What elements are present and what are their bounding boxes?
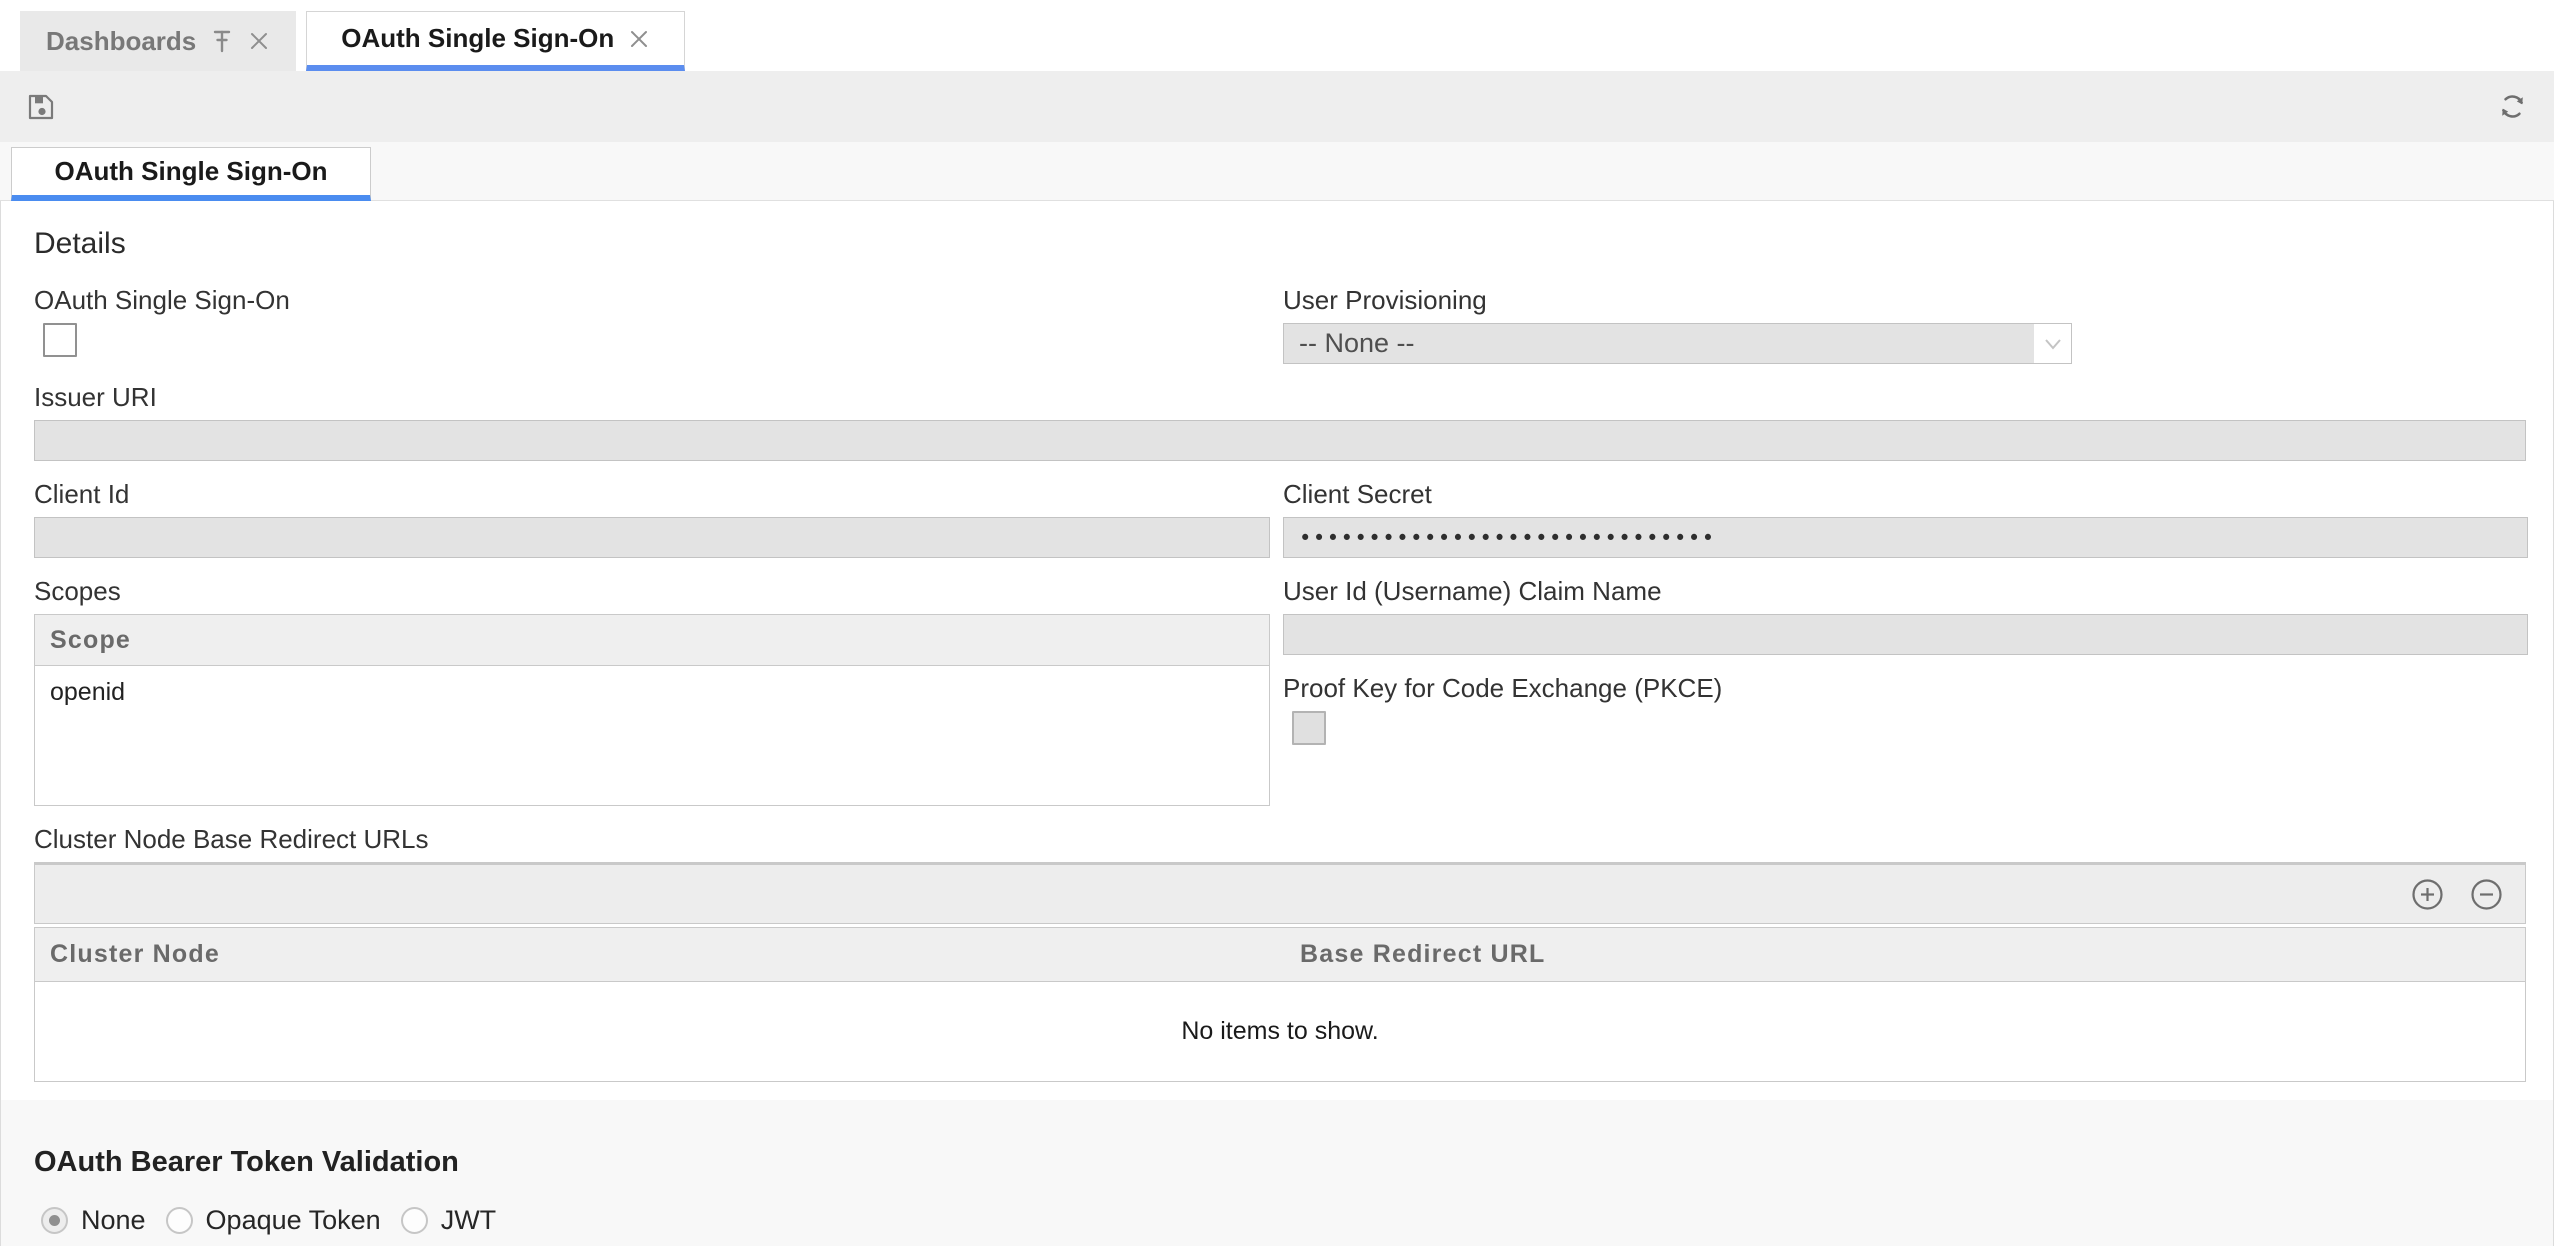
- client-secret-input: ••••••••••••••••••••••••••••••: [1283, 517, 2528, 558]
- minus-circle-icon: [2470, 878, 2503, 911]
- radio-icon[interactable]: [401, 1207, 428, 1234]
- details-heading: Details: [34, 227, 2526, 261]
- cluster-redirects-field: Cluster Node Base Redirect URLs: [34, 824, 2526, 1082]
- tab-oauth-single-sign-on[interactable]: OAuth Single Sign-On: [306, 11, 685, 71]
- page-tab-label: OAuth Single Sign-On: [55, 156, 328, 187]
- radio-option-none[interactable]: None: [41, 1205, 146, 1236]
- bearer-token-section: OAuth Bearer Token Validation None Opaqu…: [1, 1100, 2553, 1246]
- client-id-input: [34, 517, 1270, 558]
- scope-row[interactable]: openid: [35, 666, 1269, 719]
- action-toolbar: [0, 71, 2554, 142]
- page-tab-oauth-single-sign-on[interactable]: OAuth Single Sign-On: [11, 147, 371, 201]
- pkce-checkbox: [1292, 711, 1326, 745]
- cluster-node-column-header: Cluster Node: [35, 940, 1285, 969]
- scopes-field: Scopes Scope openid: [34, 576, 1270, 806]
- chevron-down-icon: [2034, 324, 2071, 363]
- oauth-sso-checkbox[interactable]: [43, 323, 77, 357]
- refresh-icon: [2497, 91, 2528, 122]
- user-id-claim-input: [1283, 614, 2528, 655]
- floppy-disk-icon: [26, 92, 56, 122]
- client-id-label: Client Id: [34, 479, 1270, 510]
- window-tab-bar: Dashboards OAuth Single Sign-On: [0, 0, 2554, 71]
- scope-column-header: Scope: [34, 614, 1270, 666]
- issuer-uri-label: Issuer URI: [34, 382, 2526, 413]
- radio-icon[interactable]: [41, 1207, 68, 1234]
- tab-dashboards-label: Dashboards: [46, 26, 196, 57]
- remove-row-button[interactable]: [2470, 878, 2503, 911]
- close-icon[interactable]: [248, 30, 270, 52]
- scopes-table: Scope openid: [34, 614, 1270, 806]
- radio-label-jwt: JWT: [441, 1205, 496, 1236]
- scopes-table-body: openid: [34, 666, 1270, 806]
- page-tab-bar: OAuth Single Sign-On: [0, 142, 2554, 201]
- refresh-button[interactable]: [2497, 91, 2528, 122]
- cluster-redirects-toolbar: [34, 862, 2526, 924]
- client-secret-masked-value: ••••••••••••••••••••••••••••••: [1299, 526, 1716, 550]
- content-panel: Details OAuth Single Sign-On User Provis…: [0, 201, 2554, 1246]
- cluster-table-header: Cluster Node Base Redirect URL: [34, 927, 2526, 982]
- bearer-token-heading: OAuth Bearer Token Validation: [34, 1146, 2526, 1179]
- cluster-redirects-label: Cluster Node Base Redirect URLs: [34, 824, 2526, 855]
- user-id-claim-label: User Id (Username) Claim Name: [1283, 576, 2528, 607]
- save-button[interactable]: [26, 92, 56, 122]
- oauth-sso-field: OAuth Single Sign-On: [34, 285, 1270, 364]
- radio-icon[interactable]: [166, 1207, 193, 1234]
- add-row-button[interactable]: [2411, 878, 2444, 911]
- pkce-label: Proof Key for Code Exchange (PKCE): [1283, 673, 2528, 704]
- bearer-token-radio-group: None Opaque Token JWT: [34, 1205, 2526, 1236]
- radio-option-jwt[interactable]: JWT: [401, 1205, 496, 1236]
- oauth-sso-label: OAuth Single Sign-On: [34, 285, 1270, 316]
- pin-icon[interactable]: [210, 28, 234, 54]
- plus-circle-icon: [2411, 878, 2444, 911]
- tab-dashboards[interactable]: Dashboards: [20, 11, 296, 71]
- base-redirect-url-column-header: Base Redirect URL: [1285, 940, 2525, 969]
- cluster-table-body: No items to show.: [34, 982, 2526, 1082]
- close-icon[interactable]: [628, 28, 650, 50]
- client-id-field: Client Id: [34, 479, 1270, 558]
- right-column-stack: User Id (Username) Claim Name Proof Key …: [1283, 576, 2528, 824]
- client-secret-label: Client Secret: [1283, 479, 2528, 510]
- radio-label-opaque-token: Opaque Token: [206, 1205, 381, 1236]
- radio-label-none: None: [81, 1205, 146, 1236]
- radio-option-opaque-token[interactable]: Opaque Token: [166, 1205, 381, 1236]
- user-provisioning-select: -- None --: [1283, 323, 2072, 364]
- user-provisioning-label: User Provisioning: [1283, 285, 2528, 316]
- scopes-label: Scopes: [34, 576, 1270, 607]
- empty-table-message: No items to show.: [1181, 1017, 1378, 1046]
- user-provisioning-field: User Provisioning -- None --: [1283, 285, 2528, 364]
- tab-oauth-label: OAuth Single Sign-On: [341, 23, 614, 54]
- radio-dot: [49, 1215, 60, 1226]
- user-provisioning-value: -- None --: [1299, 328, 1415, 359]
- details-form: Details OAuth Single Sign-On User Provis…: [1, 201, 2553, 1100]
- issuer-uri-input: [34, 420, 2526, 461]
- client-secret-field: Client Secret ••••••••••••••••••••••••••…: [1283, 479, 2528, 558]
- pkce-field: Proof Key for Code Exchange (PKCE): [1283, 673, 2528, 745]
- issuer-uri-field: Issuer URI: [34, 382, 2526, 461]
- user-id-claim-field: User Id (Username) Claim Name: [1283, 576, 2528, 655]
